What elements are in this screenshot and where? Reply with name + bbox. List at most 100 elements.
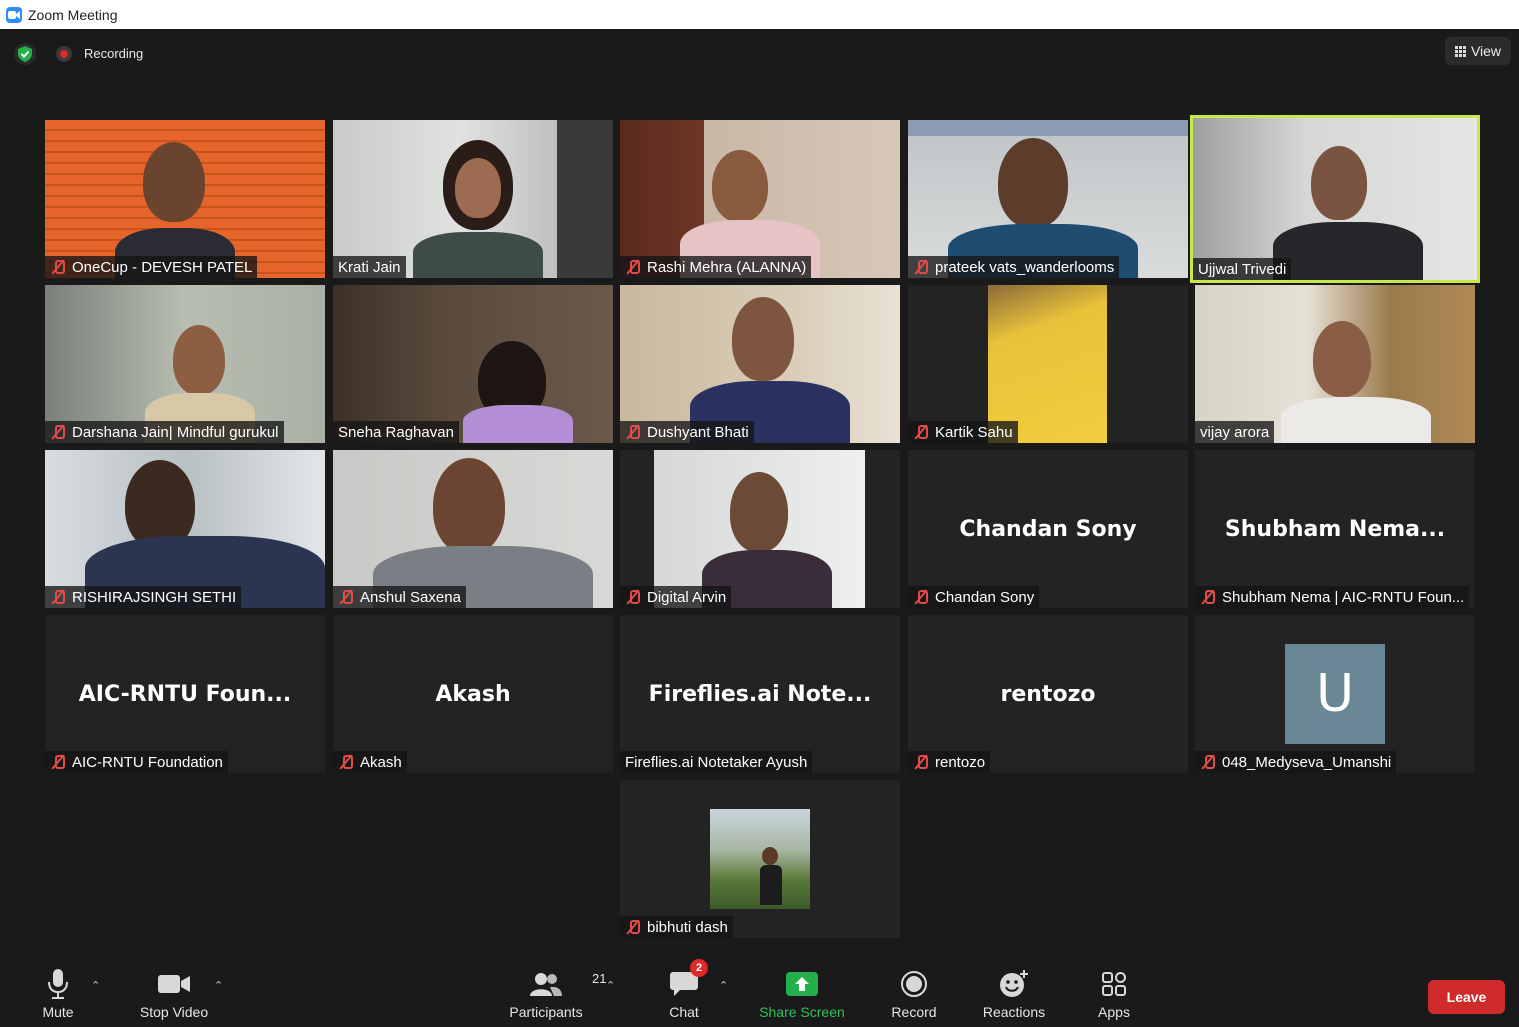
video-off-tile[interactable]: Chandan Sony Chandan Sony	[908, 450, 1188, 608]
participant-name: bibhuti dash	[647, 918, 728, 936]
leave-button[interactable]: Leave	[1428, 980, 1505, 1014]
participant-name: Anshul Saxena	[360, 588, 461, 606]
chat-label: Chat	[669, 1004, 699, 1020]
participant-display-name: rentozo	[1000, 681, 1096, 707]
participant-name: Akash	[360, 753, 402, 771]
video-tile[interactable]: Darshana Jain| Mindful gurukul	[45, 285, 325, 443]
participant-nametag: Fireflies.ai Notetaker Ayush	[620, 751, 813, 773]
muted-mic-icon	[625, 424, 641, 440]
mute-options-chevron-icon[interactable]: ⌃	[91, 979, 100, 992]
participant-name: Kartik Sahu	[935, 423, 1013, 441]
apps-button[interactable]: Apps	[1092, 967, 1136, 1020]
chat-button[interactable]: 2 Chat	[662, 959, 708, 1020]
grid-view-icon	[1454, 45, 1466, 57]
zoom-logo-icon	[6, 6, 22, 23]
participant-name: Digital Arvin	[647, 588, 727, 606]
mute-button[interactable]: Mute	[36, 967, 80, 1020]
participant-name: Dushyant Bhati	[647, 423, 749, 441]
participant-nametag: Sneha Raghavan	[333, 421, 459, 443]
participant-name: Chandan Sony	[935, 588, 1035, 606]
participant-name: RISHIRAJSINGH SETHI	[72, 588, 237, 606]
participants-options-chevron-icon[interactable]: ⌃	[606, 979, 615, 992]
video-tile[interactable]: RISHIRAJSINGH SETHI	[45, 450, 325, 608]
participant-nametag: OneCup - DEVESH PATEL	[45, 256, 258, 278]
share-screen-button[interactable]: Share Screen	[756, 967, 848, 1020]
participant-name: 048_Medyseva_Umanshi	[1222, 753, 1392, 771]
participant-name: Sneha Raghavan	[338, 423, 454, 441]
participant-nametag: Chandan Sony	[908, 586, 1040, 608]
participant-name: AIC-RNTU Foundation	[72, 753, 223, 771]
participant-name: prateek vats_wanderlooms	[935, 258, 1115, 276]
video-tile[interactable]: Anshul Saxena	[333, 450, 613, 608]
mute-label: Mute	[42, 1004, 74, 1020]
chat-options-chevron-icon[interactable]: ⌃	[719, 979, 728, 992]
participant-nametag: Shubham Nema | AIC-RNTU Foun...	[1195, 586, 1470, 608]
video-tile[interactable]: vijay arora	[1195, 285, 1475, 443]
video-tile[interactable]: Krati Jain	[333, 120, 613, 278]
window-titlebar: Zoom Meeting	[0, 0, 1519, 29]
muted-mic-icon	[913, 754, 929, 770]
participant-nametag: RISHIRAJSINGH SETHI	[45, 586, 242, 608]
chat-unread-badge: 2	[690, 959, 708, 977]
muted-mic-icon	[50, 754, 66, 770]
video-off-tile[interactable]: AIC-RNTU Foun... AIC-RNTU Foundation	[45, 615, 325, 773]
microphone-icon	[48, 967, 68, 1001]
video-off-tile[interactable]: bibhuti dash	[620, 780, 900, 938]
muted-mic-icon	[913, 259, 929, 275]
muted-mic-icon	[50, 259, 66, 275]
video-tile[interactable]: Digital Arvin	[620, 450, 900, 608]
security-shield-icon[interactable]	[14, 43, 36, 65]
video-off-tile[interactable]: Shubham Nema... Shubham Nema | AIC-RNTU …	[1195, 450, 1475, 608]
record-icon	[901, 967, 927, 1001]
share-screen-icon	[786, 967, 818, 1001]
muted-mic-icon	[1200, 754, 1216, 770]
participant-profile-photo	[710, 809, 810, 909]
video-tile-active-speaker[interactable]: Ujjwal Trivedi	[1190, 115, 1480, 283]
participant-nametag: prateek vats_wanderlooms	[908, 256, 1120, 278]
record-button[interactable]: Record	[888, 967, 940, 1020]
video-tile[interactable]: Kartik Sahu	[908, 285, 1188, 443]
participant-name: Darshana Jain| Mindful gurukul	[72, 423, 279, 441]
meeting-toolbar: Mute ⌃ Stop Video ⌃ 21 Participants ⌃ 2 …	[0, 957, 1519, 1027]
participant-name: Fireflies.ai Notetaker Ayush	[625, 753, 808, 771]
muted-mic-icon	[625, 259, 641, 275]
video-off-tile[interactable]: Fireflies.ai Note... Fireflies.ai Noteta…	[620, 615, 900, 773]
participant-nametag: Darshana Jain| Mindful gurukul	[45, 421, 284, 443]
video-off-tile[interactable]: rentozo rentozo	[908, 615, 1188, 773]
video-tile[interactable]: Dushyant Bhati	[620, 285, 900, 443]
view-button[interactable]: View	[1445, 37, 1511, 65]
chat-bubble-icon: 2	[670, 959, 708, 1001]
muted-mic-icon	[338, 754, 354, 770]
participants-label: Participants	[509, 1004, 583, 1020]
video-off-tile[interactable]: U 048_Medyseva_Umanshi	[1195, 615, 1475, 773]
muted-mic-icon	[625, 589, 641, 605]
window-title: Zoom Meeting	[28, 6, 118, 23]
participants-icon: 21	[530, 967, 606, 1001]
participant-name: Krati Jain	[338, 258, 401, 276]
muted-mic-icon	[625, 919, 641, 935]
participant-name: OneCup - DEVESH PATEL	[72, 258, 253, 276]
participant-nametag: Rashi Mehra (ALANNA)	[620, 256, 812, 278]
participant-name: vijay arora	[1200, 423, 1270, 441]
participant-nametag: Ujjwal Trivedi	[1193, 258, 1292, 280]
reactions-button[interactable]: Reactions	[978, 967, 1050, 1020]
video-tile[interactable]: Rashi Mehra (ALANNA)	[620, 120, 900, 278]
participant-nametag: AIC-RNTU Foundation	[45, 751, 228, 773]
video-tile[interactable]: prateek vats_wanderlooms	[908, 120, 1188, 278]
video-off-tile[interactable]: Akash Akash	[333, 615, 613, 773]
participants-count: 21	[592, 971, 607, 986]
video-tile[interactable]: OneCup - DEVESH PATEL	[45, 120, 325, 278]
video-options-chevron-icon[interactable]: ⌃	[214, 979, 223, 992]
stop-video-button[interactable]: Stop Video	[134, 967, 214, 1020]
participant-nametag: rentozo	[908, 751, 991, 773]
participant-display-name: Fireflies.ai Note...	[648, 681, 872, 707]
participant-nametag: Kartik Sahu	[908, 421, 1018, 443]
recording-icon[interactable]	[56, 46, 72, 62]
participant-display-name: Akash	[435, 681, 511, 707]
apps-label: Apps	[1098, 1004, 1130, 1020]
participant-name: Rashi Mehra (ALANNA)	[647, 258, 807, 276]
participants-button[interactable]: 21 Participants	[505, 967, 606, 1020]
video-tile[interactable]: Sneha Raghavan	[333, 285, 613, 443]
participant-name: Ujjwal Trivedi	[1198, 260, 1287, 278]
participant-nametag: Digital Arvin	[620, 586, 732, 608]
